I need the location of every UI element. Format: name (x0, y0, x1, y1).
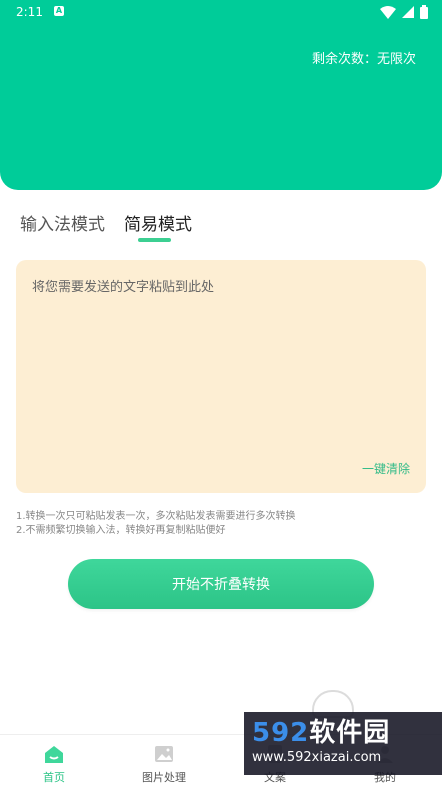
usage-notes: 1.转换一次只可粘贴发表一次，多次粘贴发表需要进行多次转换 2.不需频繁切换输入… (16, 510, 296, 538)
watermark-brand: 592软件园 (252, 718, 434, 748)
start-convert-button[interactable]: 开始不折叠转换 (68, 559, 374, 609)
app-screen: 2:11 A 剩余次数：无限次 输入法模式 简易模式 将您需要发送的文字粘贴到此… (0, 0, 442, 787)
wifi-icon (380, 5, 396, 19)
tab-simple-mode[interactable]: 简易模式 (124, 210, 192, 235)
note-line: 2.不需频繁切换输入法，转换好再复制粘贴便好 (16, 525, 226, 536)
image-icon (155, 746, 173, 762)
battery-icon (420, 5, 428, 19)
tab-input-method-mode[interactable]: 输入法模式 (20, 210, 105, 235)
mode-tabs: 输入法模式 简易模式 (0, 210, 442, 250)
status-time: 2:11 (16, 5, 43, 19)
watermark-url: www.592xiazai.com (252, 750, 382, 765)
site-watermark: 592软件园 www.592xiazai.com (244, 712, 442, 775)
remaining-count: 剩余次数：无限次 (311, 52, 416, 67)
nav-item-image[interactable]: 图片处理 (124, 743, 204, 785)
header: 2:11 A 剩余次数：无限次 (0, 0, 442, 190)
input-placeholder: 将您需要发送的文字粘贴到此处 (32, 280, 215, 295)
note-line: 1.转换一次只可粘贴发表一次，多次粘贴发表需要进行多次转换 (16, 511, 296, 522)
status-icons (380, 5, 428, 19)
nav-label-home: 首页 (43, 771, 65, 784)
watermark-text: 软件园 (309, 718, 391, 748)
nav-item-home[interactable]: 首页 (14, 743, 94, 785)
active-tab-indicator (138, 238, 171, 242)
signal-icon (402, 6, 414, 18)
nav-label-image: 图片处理 (142, 771, 186, 784)
text-input-area[interactable]: 将您需要发送的文字粘贴到此处 一键清除 (16, 260, 426, 493)
notification-a-icon: A (54, 6, 64, 16)
home-icon (45, 746, 63, 763)
clear-button[interactable]: 一键清除 (362, 460, 410, 477)
status-bar: 2:11 A (0, 0, 442, 26)
watermark-number: 592 (252, 718, 310, 748)
